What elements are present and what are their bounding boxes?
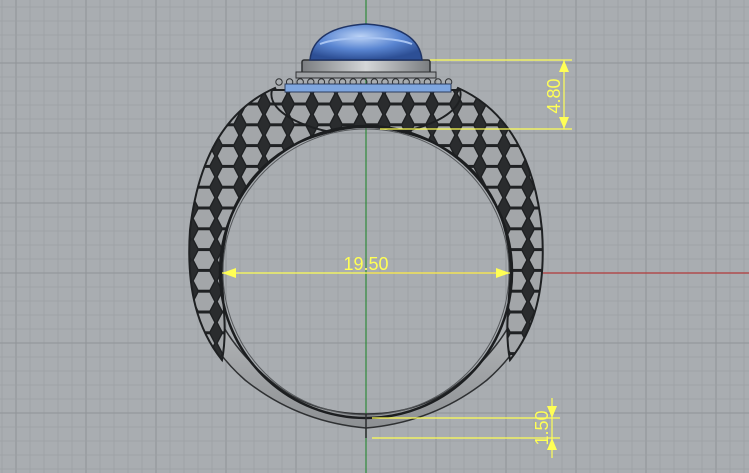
halo-band: [284, 83, 452, 93]
viewport-canvas[interactable]: 19.50 4.80 1.50: [0, 0, 749, 473]
dim-text-ring-diameter: 19.50: [343, 254, 388, 274]
dim-text-shank-thickness: 1.50: [532, 410, 552, 445]
ring-shoulder-left: [188, 86, 334, 363]
dimension-shank-thickness[interactable]: 1.50: [372, 398, 560, 458]
dim-text-stone-height: 4.80: [544, 78, 564, 113]
pave-prong: [275, 78, 283, 86]
stone-bezel-base: [295, 71, 437, 79]
rhino-viewport[interactable]: 19.50 4.80 1.50: [0, 0, 749, 473]
